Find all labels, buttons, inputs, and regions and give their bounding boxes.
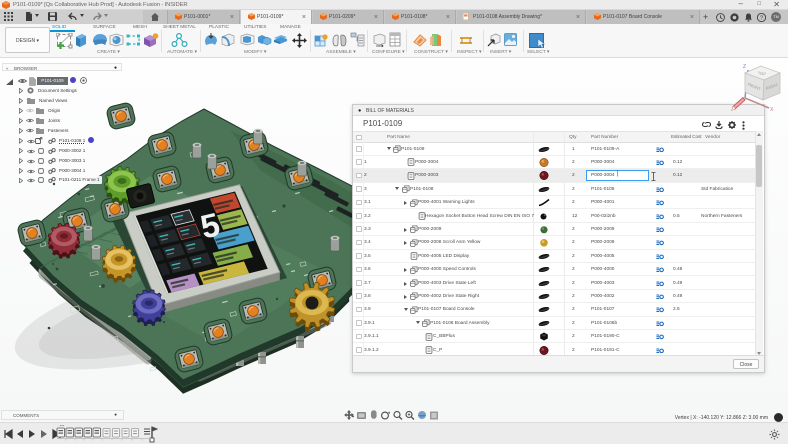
- svg-text:X: X: [770, 107, 774, 112]
- svg-text:Z: Z: [743, 64, 746, 70]
- svg-text:?: ?: [760, 15, 764, 21]
